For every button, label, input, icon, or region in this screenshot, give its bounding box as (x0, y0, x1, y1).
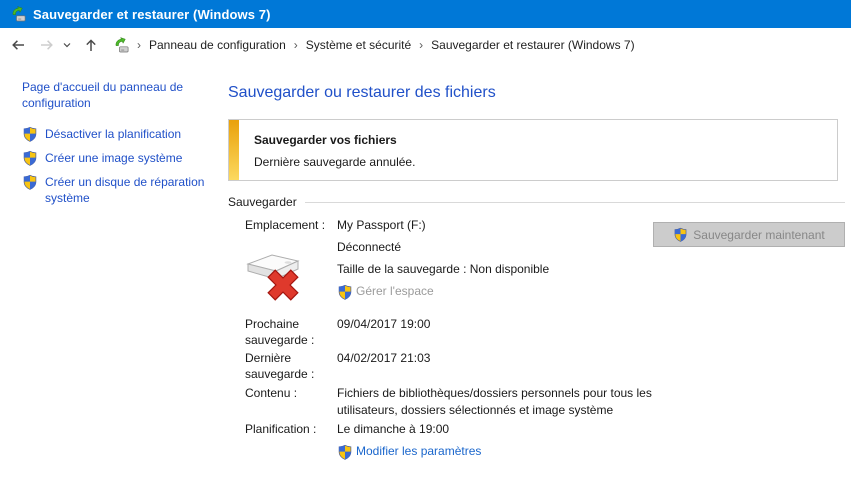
backup-app-icon (10, 6, 26, 22)
backup-status-notice: Sauvegarder vos fichiers Dernière sauveg… (228, 119, 838, 181)
uac-shield-icon (673, 227, 688, 242)
sidebar-item-disable-schedule[interactable]: Désactiver la planification (22, 126, 220, 142)
notice-body: Sauvegarder vos fichiers Dernière sauveg… (239, 120, 415, 180)
content-value: Fichiers de bibliothèques/dossiers perso… (337, 386, 652, 417)
uac-shield-icon (22, 126, 38, 142)
window: Sauvegarder et restaurer (Windows 7) › P… (0, 0, 851, 489)
up-icon (86, 38, 96, 51)
back-button[interactable] (10, 37, 26, 53)
content-area: Page d'accueil du panneau de configurati… (0, 61, 851, 489)
notice-accent-bar (229, 120, 239, 180)
backup-drive-status: Déconnecté (337, 240, 402, 254)
backup-location-icon[interactable] (113, 37, 129, 53)
section-header-backup: Sauvegarder (228, 195, 845, 209)
manage-space-link[interactable]: Gérer l'espace (337, 283, 549, 300)
section-title: Sauvegarder (228, 195, 297, 209)
sidebar-item-label: Désactiver la planification (45, 127, 182, 141)
recent-pages-dropdown[interactable] (62, 40, 72, 50)
location-value-cell: My Passport (F:) Déconnecté Taille de la… (337, 217, 549, 305)
schedule-value: Le dimanche à 19:00 (337, 422, 450, 436)
sidebar: Page d'accueil du panneau de configurati… (0, 61, 228, 489)
page-title: Sauvegarder ou restaurer des fichiers (228, 84, 496, 101)
modify-settings-label: Modifier les paramètres (356, 444, 482, 458)
navigation-bar: › Panneau de configuration › Système et … (0, 28, 851, 61)
forward-icon (41, 39, 53, 50)
sidebar-item-create-repair-disc[interactable]: Créer un disque de réparation système (22, 174, 220, 206)
main-pane: Sauvegarder ou restaurer des fichiers Sa… (228, 61, 851, 489)
next-backup-value: 09/04/2017 19:00 (337, 317, 431, 331)
uac-shield-icon (22, 150, 38, 166)
uac-shield-icon (337, 284, 353, 300)
modify-settings-link[interactable]: Modifier les paramètres (337, 443, 481, 460)
manage-space-label: Gérer l'espace (356, 284, 434, 298)
row-next-backup: Prochaine sauvegarde : 09/04/2017 19:00 (245, 316, 845, 348)
back-icon (12, 39, 24, 50)
location-label: Emplacement : (245, 218, 326, 232)
breadcrumb-item-control-panel[interactable]: Panneau de configuration (149, 38, 286, 52)
breadcrumb-item-current[interactable]: Sauvegarder et restaurer (Windows 7) (431, 38, 634, 52)
last-backup-label: Dernière sauvegarde : (245, 351, 315, 381)
sidebar-item-label: Créer un disque de réparation système (45, 175, 205, 205)
backup-drive-name: My Passport (F:) (337, 218, 426, 232)
sidebar-item-control-panel-home[interactable]: Page d'accueil du panneau de configurati… (22, 79, 210, 111)
uac-shield-icon (337, 444, 353, 460)
sidebar-item-label: Créer une image système (45, 151, 183, 165)
schedule-value-cell: Le dimanche à 19:00 Modifier les paramèt… (337, 421, 481, 460)
forward-button[interactable] (39, 37, 55, 53)
section-divider (304, 201, 845, 203)
row-last-backup: Dernière sauvegarde : 04/02/2017 21:03 (245, 350, 845, 382)
location-label-cell: Emplacement : (245, 217, 337, 305)
sidebar-tasks: Désactiver la planification Créer une im… (22, 126, 218, 206)
sidebar-item-create-system-image[interactable]: Créer une image système (22, 150, 220, 166)
row-content: Contenu : Fichiers de bibliothèques/doss… (245, 385, 845, 419)
disconnected-drive-icon (245, 243, 301, 301)
breadcrumb-item-system-security[interactable]: Système et sécurité (306, 38, 411, 52)
up-button[interactable] (83, 37, 99, 53)
window-title: Sauvegarder et restaurer (Windows 7) (33, 6, 271, 22)
backup-now-label: Sauvegarder maintenant (693, 227, 825, 242)
breadcrumb-separator-icon: › (419, 37, 424, 52)
content-label: Contenu : (245, 386, 298, 400)
backup-section: Sauvegarder maintenant Emplacement : My … (228, 217, 845, 460)
backup-now-button[interactable]: Sauvegarder maintenant (653, 222, 845, 247)
schedule-label: Planification : (245, 422, 317, 436)
breadcrumb-separator-icon: › (137, 37, 141, 52)
breadcrumb: › Panneau de configuration › Système et … (113, 37, 635, 53)
uac-shield-icon (22, 174, 38, 190)
title-bar: Sauvegarder et restaurer (Windows 7) (0, 0, 851, 28)
backup-size: Taille de la sauvegarde : Non disponible (337, 262, 550, 276)
breadcrumb-separator-icon: › (293, 37, 298, 52)
chevron-down-icon (63, 42, 71, 47)
notice-message: Dernière sauvegarde annulée. (254, 155, 416, 169)
row-schedule: Planification : Le dimanche à 19:00 Modi… (245, 421, 845, 460)
last-backup-value: 04/02/2017 21:03 (337, 351, 431, 365)
notice-title: Sauvegarder vos fichiers (254, 133, 397, 147)
next-backup-label: Prochaine sauvegarde : (245, 317, 315, 347)
